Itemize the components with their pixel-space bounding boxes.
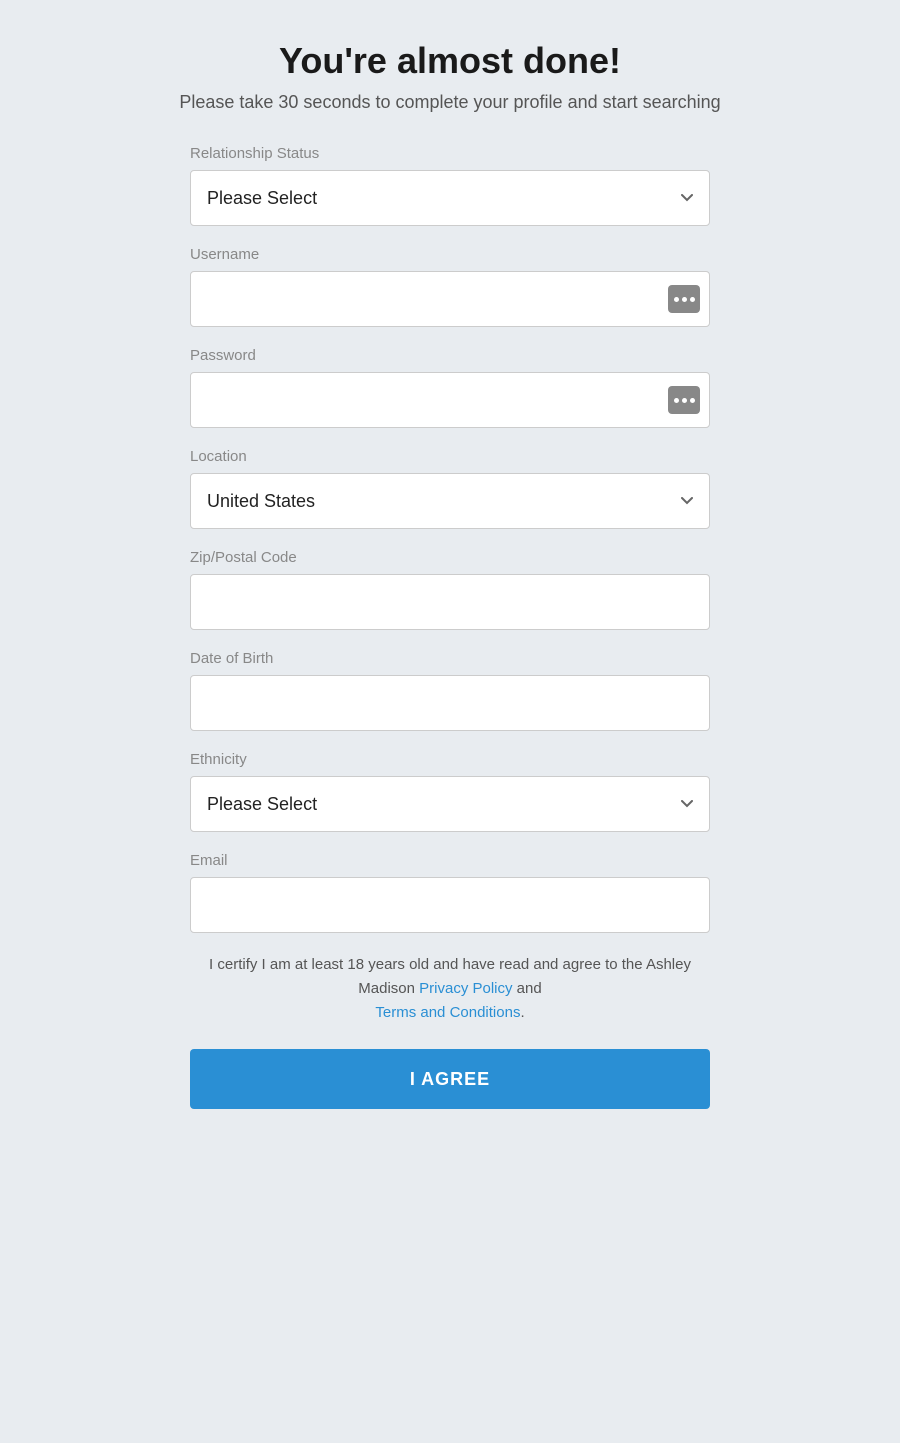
page-title: You're almost done! bbox=[179, 40, 720, 82]
pdot-1 bbox=[674, 398, 679, 403]
agree-button[interactable]: I AGREE bbox=[190, 1049, 710, 1109]
password-group: Password bbox=[190, 347, 710, 428]
pdot-2 bbox=[682, 398, 687, 403]
password-dots-icon bbox=[674, 398, 695, 403]
zip-code-input[interactable] bbox=[190, 574, 710, 630]
password-input-wrapper bbox=[190, 372, 710, 428]
password-icon bbox=[668, 386, 700, 414]
certify-text: I certify I am at least 18 years old and… bbox=[190, 953, 710, 1025]
dot-1 bbox=[674, 297, 679, 302]
relationship-status-group: Relationship Status Please Select Attach… bbox=[190, 145, 710, 226]
dob-group: Date of Birth bbox=[190, 650, 710, 731]
username-input-wrapper bbox=[190, 271, 710, 327]
privacy-policy-link[interactable]: Privacy Policy bbox=[419, 980, 512, 997]
ethnicity-label: Ethnicity bbox=[190, 751, 710, 768]
terms-link[interactable]: Terms and Conditions bbox=[375, 1004, 520, 1021]
dot-3 bbox=[690, 297, 695, 302]
ethnicity-select[interactable]: Please Select Asian Black/African Descen… bbox=[190, 776, 710, 832]
zip-code-group: Zip/Postal Code bbox=[190, 549, 710, 630]
dots-icon bbox=[674, 297, 695, 302]
username-group: Username bbox=[190, 246, 710, 327]
certify-text-between: and bbox=[513, 980, 542, 997]
location-label: Location bbox=[190, 448, 710, 465]
ethnicity-group: Ethnicity Please Select Asian Black/Afri… bbox=[190, 751, 710, 832]
username-input[interactable] bbox=[190, 271, 710, 327]
username-label: Username bbox=[190, 246, 710, 263]
email-label: Email bbox=[190, 852, 710, 869]
email-group: Email bbox=[190, 852, 710, 933]
page-header: You're almost done! Please take 30 secon… bbox=[179, 40, 720, 113]
pdot-3 bbox=[690, 398, 695, 403]
page-subtitle: Please take 30 seconds to complete your … bbox=[179, 92, 720, 113]
relationship-status-label: Relationship Status bbox=[190, 145, 710, 162]
password-label: Password bbox=[190, 347, 710, 364]
dob-label: Date of Birth bbox=[190, 650, 710, 667]
form-wrapper: Relationship Status Please Select Attach… bbox=[190, 145, 710, 1109]
page-container: You're almost done! Please take 30 secon… bbox=[20, 40, 880, 1109]
dob-input[interactable] bbox=[190, 675, 710, 731]
relationship-status-select[interactable]: Please Select Attached Male Seeking Fema… bbox=[190, 170, 710, 226]
password-input[interactable] bbox=[190, 372, 710, 428]
email-input[interactable] bbox=[190, 877, 710, 933]
zip-code-label: Zip/Postal Code bbox=[190, 549, 710, 566]
location-select[interactable]: United States Canada United Kingdom Aust… bbox=[190, 473, 710, 529]
username-icon bbox=[668, 285, 700, 313]
location-group: Location United States Canada United Kin… bbox=[190, 448, 710, 529]
dot-2 bbox=[682, 297, 687, 302]
certify-text-after: . bbox=[520, 1004, 524, 1021]
